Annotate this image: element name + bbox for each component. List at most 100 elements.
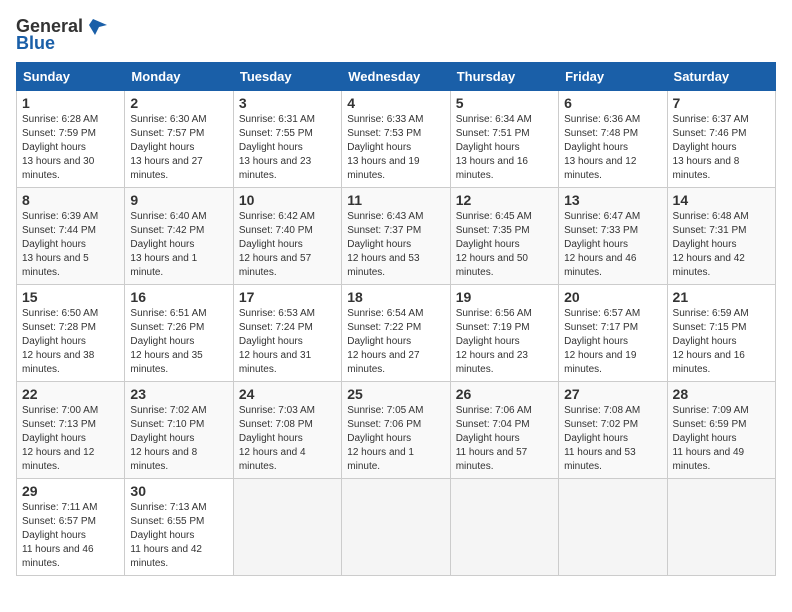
day-info: Sunrise: 6:59 AMSunset: 7:15 PMDaylight … [673,307,770,377]
day-number: 8 [22,192,119,208]
calendar-cell-28: 28 Sunrise: 7:09 AMSunset: 6:59 PMDayligh… [667,382,775,479]
calendar-cell-6: 6 Sunrise: 6:36 AMSunset: 7:48 PMDaylight… [559,91,667,188]
day-number: 25 [347,386,444,402]
header-thursday: Thursday [450,63,558,91]
day-number: 27 [564,386,661,402]
day-info: Sunrise: 6:54 AMSunset: 7:22 PMDaylight … [347,307,444,377]
day-number: 15 [22,289,119,305]
calendar-cell-25: 25 Sunrise: 7:05 AMSunset: 7:06 PMDayligh… [342,382,450,479]
calendar-week-1: 1 Sunrise: 6:28 AMSunset: 7:59 PMDaylight… [17,91,776,188]
day-info: Sunrise: 6:48 AMSunset: 7:31 PMDaylight … [673,210,770,280]
day-info: Sunrise: 6:30 AMSunset: 7:57 PMDaylight … [130,113,227,183]
calendar-cell-3: 3Sunrise: 6:31 AMSunset: 7:55 PMDaylight… [233,91,341,188]
day-number: 11 [347,192,444,208]
logo: General Blue [16,16,109,54]
day-info: Sunrise: 6:28 AMSunset: 7:59 PMDaylight … [22,113,119,183]
day-info: Sunrise: 6:42 AMSunset: 7:40 PMDaylight … [239,210,336,280]
day-number: 16 [130,289,227,305]
header-tuesday: Tuesday [233,63,341,91]
header-sunday: Sunday [17,63,125,91]
day-info: Sunrise: 7:11 AMSunset: 6:57 PMDaylight … [22,501,119,571]
day-number: 12 [456,192,553,208]
calendar-cell-22: 22 Sunrise: 7:00 AMSunset: 7:13 PMDayligh… [17,382,125,479]
calendar-cell-12: 12 Sunrise: 6:45 AMSunset: 7:35 PMDayligh… [450,188,558,285]
day-number: 9 [130,192,227,208]
calendar-cell-24: 24 Sunrise: 7:03 AMSunset: 7:08 PMDayligh… [233,382,341,479]
calendar-cell-21: 21 Sunrise: 6:59 AMSunset: 7:15 PMDayligh… [667,285,775,382]
calendar-cell-4: 4 Sunrise: 6:33 AMSunset: 7:53 PMDaylight… [342,91,450,188]
day-number: 4 [347,95,444,111]
logo-blue: Blue [16,33,55,54]
day-info: Sunrise: 6:50 AMSunset: 7:28 PMDaylight … [22,307,119,377]
day-info: Sunrise: 6:40 AMSunset: 7:42 PMDaylight … [130,210,227,280]
day-number: 13 [564,192,661,208]
calendar-cell-2: 2 Sunrise: 6:30 AMSunset: 7:57 PMDaylight… [125,91,233,188]
day-number: 28 [673,386,770,402]
calendar-body: 1 Sunrise: 6:28 AMSunset: 7:59 PMDaylight… [17,91,776,576]
day-number: 26 [456,386,553,402]
header: General Blue [16,16,776,54]
day-info: Sunrise: 6:34 AMSunset: 7:51 PMDaylight … [456,113,553,183]
calendar-cell-17: 17 Sunrise: 6:53 AMSunset: 7:24 PMDayligh… [233,285,341,382]
calendar-cell-29: 29 Sunrise: 7:11 AMSunset: 6:57 PMDayligh… [17,479,125,576]
calendar-week-3: 15 Sunrise: 6:50 AMSunset: 7:28 PMDayligh… [17,285,776,382]
day-info: Sunrise: 7:05 AMSunset: 7:06 PMDaylight … [347,404,444,474]
day-number: 20 [564,289,661,305]
calendar-cell-5: 5 Sunrise: 6:34 AMSunset: 7:51 PMDaylight… [450,91,558,188]
calendar-week-4: 22 Sunrise: 7:00 AMSunset: 7:13 PMDayligh… [17,382,776,479]
day-info: Sunrise: 6:56 AMSunset: 7:19 PMDaylight … [456,307,553,377]
header-friday: Friday [559,63,667,91]
day-info: Sunrise: 7:00 AMSunset: 7:13 PMDaylight … [22,404,119,474]
day-info: Sunrise: 7:09 AMSunset: 6:59 PMDaylight … [673,404,770,474]
day-info: Sunrise: 7:08 AMSunset: 7:02 PMDaylight … [564,404,661,474]
day-number: 2 [130,95,227,111]
calendar-cell-empty [667,479,775,576]
day-info: Sunrise: 7:03 AMSunset: 7:08 PMDaylight … [239,404,336,474]
day-info: Sunrise: 6:57 AMSunset: 7:17 PMDaylight … [564,307,661,377]
day-info: Sunrise: 6:31 AMSunset: 7:55 PMDaylight … [239,113,336,183]
calendar-cell-9: 9 Sunrise: 6:40 AMSunset: 7:42 PMDaylight… [125,188,233,285]
day-number: 21 [673,289,770,305]
logo-bird-icon [85,17,109,37]
calendar-cell-27: 27 Sunrise: 7:08 AMSunset: 7:02 PMDayligh… [559,382,667,479]
calendar-cell-19: 19 Sunrise: 6:56 AMSunset: 7:19 PMDayligh… [450,285,558,382]
day-info: Sunrise: 7:06 AMSunset: 7:04 PMDaylight … [456,404,553,474]
calendar-header-row: SundayMondayTuesdayWednesdayThursdayFrid… [17,63,776,91]
header-saturday: Saturday [667,63,775,91]
calendar-cell-10: 10 Sunrise: 6:42 AMSunset: 7:40 PMDayligh… [233,188,341,285]
calendar-table: SundayMondayTuesdayWednesdayThursdayFrid… [16,62,776,576]
calendar-cell-empty [342,479,450,576]
day-info: Sunrise: 6:36 AMSunset: 7:48 PMDaylight … [564,113,661,183]
calendar-cell-7: 7Sunrise: 6:37 AMSunset: 7:46 PMDaylight… [667,91,775,188]
logo-container: General Blue [16,16,109,54]
day-number: 29 [22,483,119,499]
day-info: Sunrise: 6:33 AMSunset: 7:53 PMDaylight … [347,113,444,183]
day-number: 10 [239,192,336,208]
calendar-cell-15: 15 Sunrise: 6:50 AMSunset: 7:28 PMDayligh… [17,285,125,382]
day-number: 22 [22,386,119,402]
calendar-cell-18: 18 Sunrise: 6:54 AMSunset: 7:22 PMDayligh… [342,285,450,382]
day-info: Sunrise: 6:47 AMSunset: 7:33 PMDaylight … [564,210,661,280]
day-number: 19 [456,289,553,305]
header-monday: Monday [125,63,233,91]
day-number: 6 [564,95,661,111]
day-number: 17 [239,289,336,305]
header-wednesday: Wednesday [342,63,450,91]
day-info: Sunrise: 6:45 AMSunset: 7:35 PMDaylight … [456,210,553,280]
day-number: 24 [239,386,336,402]
calendar-cell-14: 14 Sunrise: 6:48 AMSunset: 7:31 PMDayligh… [667,188,775,285]
calendar-cell-16: 16Sunrise: 6:51 AMSunset: 7:26 PMDayligh… [125,285,233,382]
day-info: Sunrise: 6:53 AMSunset: 7:24 PMDaylight … [239,307,336,377]
day-number: 5 [456,95,553,111]
day-info: Sunrise: 6:39 AMSunset: 7:44 PMDaylight … [22,210,119,280]
day-number: 7 [673,95,770,111]
calendar-cell-20: 20 Sunrise: 6:57 AMSunset: 7:17 PMDayligh… [559,285,667,382]
calendar-week-5: 29 Sunrise: 7:11 AMSunset: 6:57 PMDayligh… [17,479,776,576]
calendar-cell-8: 8 Sunrise: 6:39 AMSunset: 7:44 PMDaylight… [17,188,125,285]
calendar-cell-11: 11Sunrise: 6:43 AMSunset: 7:37 PMDayligh… [342,188,450,285]
day-number: 14 [673,192,770,208]
calendar-cell-1: 1 Sunrise: 6:28 AMSunset: 7:59 PMDaylight… [17,91,125,188]
day-number: 1 [22,95,119,111]
calendar-cell-empty [450,479,558,576]
day-number: 18 [347,289,444,305]
